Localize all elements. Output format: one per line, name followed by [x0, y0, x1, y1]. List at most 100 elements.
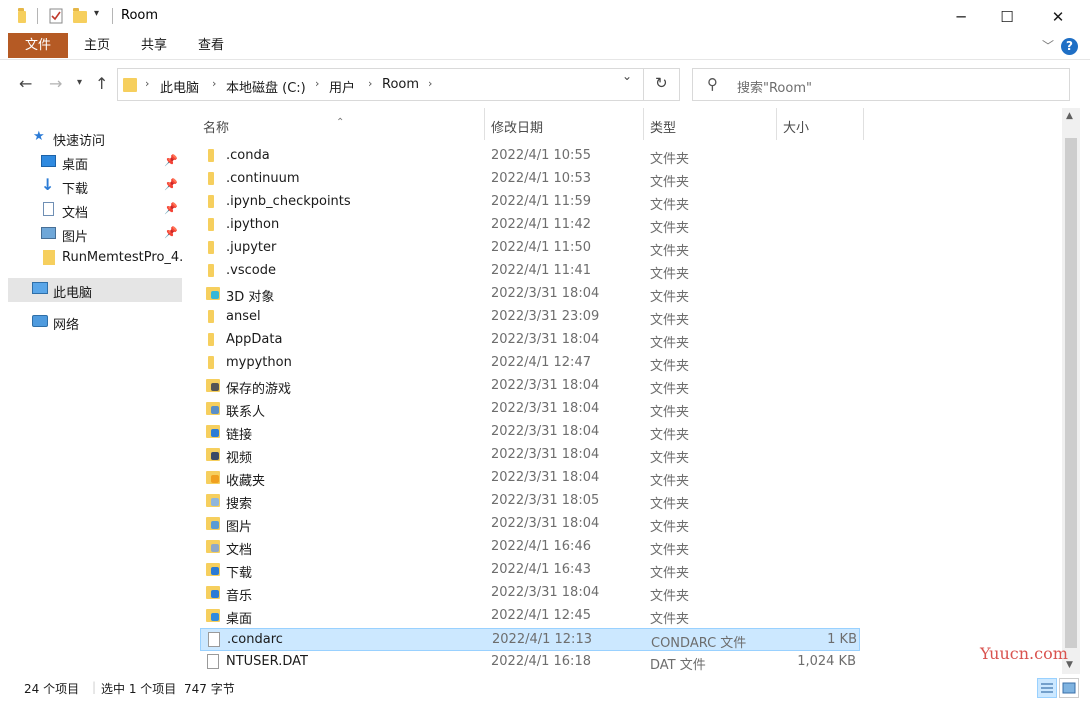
properties-icon[interactable] [49, 8, 63, 24]
nav-item-desktop[interactable]: 桌面 📌 [8, 150, 182, 174]
file-date: 2022/4/1 11:59 [491, 194, 591, 209]
details-view-button[interactable] [1037, 678, 1057, 698]
column-header-size[interactable]: 大小 [777, 108, 863, 140]
up-button[interactable]: ↑ [95, 74, 108, 93]
window-title: Room [121, 8, 159, 23]
table-row[interactable]: .conda 2022/4/1 10:55 文件夹 [200, 145, 860, 168]
back-button[interactable]: ← [19, 74, 32, 93]
file-size: 1 KB [827, 632, 857, 647]
table-row[interactable]: 文档 2022/4/1 16:46 文件夹 [200, 536, 860, 559]
table-row[interactable]: 下载 2022/4/1 16:43 文件夹 [200, 559, 860, 582]
nav-quick-access[interactable]: ★ 快速访问 [8, 126, 182, 150]
table-row[interactable]: .continuum 2022/4/1 10:53 文件夹 [200, 168, 860, 191]
table-row[interactable]: 保存的游戏 2022/3/31 18:04 文件夹 [200, 375, 860, 398]
table-row[interactable]: 收藏夹 2022/3/31 18:04 文件夹 [200, 467, 860, 490]
table-row[interactable]: .ipynb_checkpoints 2022/4/1 11:59 文件夹 [200, 191, 860, 214]
breadcrumb-separator[interactable]: › [315, 77, 319, 90]
file-size: 1,024 KB [797, 654, 856, 669]
file-name: 文档 [226, 543, 253, 558]
folder-icon [208, 264, 214, 277]
file-name: 收藏夹 [226, 474, 266, 489]
table-row[interactable]: 图片 2022/3/31 18:04 文件夹 [200, 513, 860, 536]
address-dropdown-button[interactable]: ⌄ [622, 69, 632, 83]
table-row[interactable]: ansel 2022/3/31 23:09 文件夹 [200, 306, 860, 329]
table-row[interactable]: .vscode 2022/4/1 11:41 文件夹 [200, 260, 860, 283]
download-icon: ↓ [41, 175, 55, 194]
folder-icon [208, 356, 214, 369]
file-date: 2022/4/1 11:42 [491, 217, 591, 232]
scrollbar-thumb[interactable] [1065, 138, 1077, 648]
breadcrumb-room[interactable]: Room [382, 77, 419, 92]
nav-this-pc[interactable]: 此电脑 [8, 278, 182, 302]
column-header-type[interactable]: 类型 [644, 108, 776, 140]
file-date: 2022/3/31 18:04 [491, 447, 600, 462]
table-row[interactable]: 3D 对象 2022/3/31 18:04 文件夹 [200, 283, 860, 306]
breadcrumb-separator[interactable]: › [428, 77, 432, 90]
file-name: 桌面 [226, 612, 253, 627]
file-type: 文件夹 [650, 290, 690, 305]
search-icon: ⚲ [707, 75, 718, 93]
pin-icon[interactable]: 📌 [164, 154, 178, 167]
nav-item-documents[interactable]: 文档 📌 [8, 198, 182, 222]
column-header-name[interactable]: ⌃ 名称 [200, 108, 484, 140]
file-date: 2022/4/1 12:13 [492, 632, 592, 647]
file-name: AppData [226, 332, 283, 347]
close-button[interactable]: ✕ [1035, 0, 1081, 33]
breadcrumb-users[interactable]: 用户 [329, 77, 355, 96]
recent-locations-button[interactable]: ▾ [77, 77, 82, 88]
large-icons-view-icon [1062, 682, 1076, 694]
tab-home[interactable]: 主页 [77, 33, 117, 58]
nav-item-pictures[interactable]: 图片 📌 [8, 222, 182, 246]
large-icons-view-button[interactable] [1059, 678, 1079, 698]
breadcrumb-separator[interactable]: › [145, 77, 149, 90]
table-row[interactable]: 搜索 2022/3/31 18:05 文件夹 [200, 490, 860, 513]
file-name: ansel [226, 309, 261, 324]
scroll-up-icon[interactable]: ▲ [1066, 111, 1073, 121]
vertical-scrollbar[interactable]: ▲ ▼ [1062, 108, 1080, 674]
maximize-button[interactable]: ☐ [984, 0, 1030, 33]
breadcrumb-local-disk[interactable]: 本地磁盘 (C:) [226, 77, 306, 96]
tab-file[interactable]: 文件 [8, 33, 68, 58]
file-name: .vscode [226, 263, 276, 278]
table-row[interactable]: NTUSER.DAT 2022/4/1 16:18 DAT 文件 1,024 KB [200, 651, 860, 674]
column-header-date[interactable]: 修改日期 [485, 108, 643, 140]
tab-share[interactable]: 共享 [134, 33, 174, 58]
videos-icon [206, 448, 220, 461]
forward-button[interactable]: → [49, 74, 62, 93]
minimize-button[interactable]: ─ [938, 0, 984, 33]
item-count: 24 个项目 [24, 682, 80, 696]
search-input[interactable]: 搜索"Room" [737, 77, 812, 96]
file-type: 文件夹 [650, 267, 690, 282]
column-divider[interactable] [863, 108, 864, 140]
customize-quick-access-icon[interactable]: ▾ [94, 8, 108, 24]
table-row[interactable]: .condarc 2022/4/1 12:13 CONDARC 文件 1 KB [200, 628, 860, 651]
breadcrumb-this-pc[interactable]: 此电脑 [160, 77, 199, 96]
pin-icon[interactable]: 📌 [164, 226, 178, 239]
help-icon[interactable]: ? [1061, 38, 1078, 55]
table-row[interactable]: 链接 2022/3/31 18:04 文件夹 [200, 421, 860, 444]
table-row[interactable]: AppData 2022/3/31 18:04 文件夹 [200, 329, 860, 352]
refresh-button[interactable]: ↻ [643, 68, 680, 101]
search-box[interactable]: ⚲ 搜索"Room" [692, 68, 1070, 101]
table-row[interactable]: 音乐 2022/3/31 18:04 文件夹 [200, 582, 860, 605]
file-type: 文件夹 [650, 244, 690, 259]
pin-icon[interactable]: 📌 [164, 202, 178, 215]
table-row[interactable]: 视频 2022/3/31 18:04 文件夹 [200, 444, 860, 467]
address-bar[interactable]: › 此电脑 › 本地磁盘 (C:) › 用户 › Room › [117, 68, 680, 101]
new-folder-icon[interactable] [73, 8, 87, 27]
file-type: 文件夹 [650, 543, 690, 558]
nav-network[interactable]: 网络 [8, 310, 182, 334]
network-icon [32, 315, 48, 327]
nav-item-runmemtestpro[interactable]: RunMemtestPro_4.3 [8, 246, 182, 270]
breadcrumb-separator[interactable]: › [212, 77, 216, 90]
table-row[interactable]: mypython 2022/4/1 12:47 文件夹 [200, 352, 860, 375]
tab-view[interactable]: 查看 [191, 33, 231, 58]
expand-ribbon-icon[interactable]: ﹀ [1042, 37, 1054, 54]
table-row[interactable]: 桌面 2022/4/1 12:45 文件夹 [200, 605, 860, 628]
table-row[interactable]: .ipython 2022/4/1 11:42 文件夹 [200, 214, 860, 237]
breadcrumb-separator[interactable]: › [368, 77, 372, 90]
pin-icon[interactable]: 📌 [164, 178, 178, 191]
table-row[interactable]: 联系人 2022/3/31 18:04 文件夹 [200, 398, 860, 421]
table-row[interactable]: .jupyter 2022/4/1 11:50 文件夹 [200, 237, 860, 260]
nav-item-downloads[interactable]: ↓ 下载 📌 [8, 174, 182, 198]
